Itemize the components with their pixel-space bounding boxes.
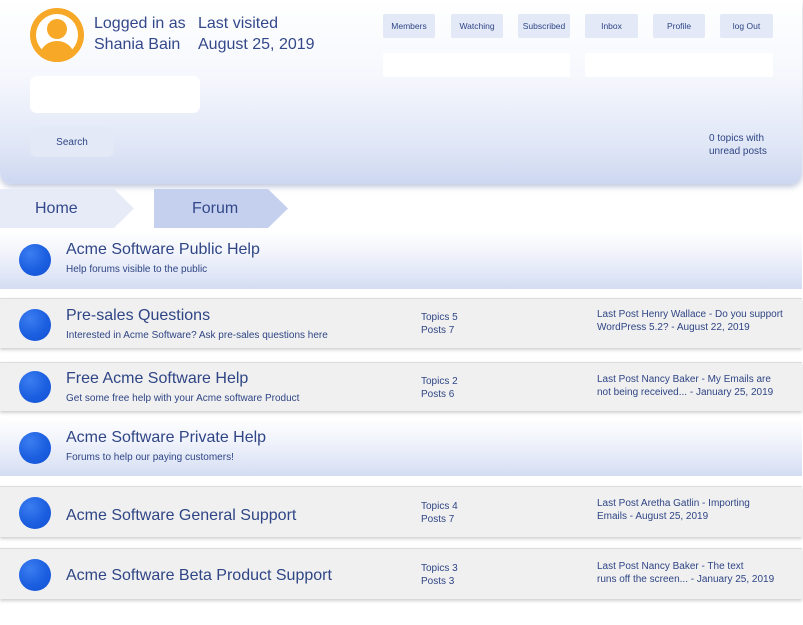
category-description: Forums to help our paying customers! <box>66 452 234 463</box>
forum-stats: Topics 4 Posts 7 <box>421 500 458 526</box>
unread-line-2: unread posts <box>709 146 767 157</box>
forum-dot-icon <box>19 371 51 403</box>
last-post-line-1: Last Post Nancy Baker - My Emails are <box>597 374 771 385</box>
category-dot-icon <box>19 432 51 464</box>
forum-topics-count: Topics 5 <box>421 312 458 323</box>
last-visited-date: August 25, 2019 <box>198 36 315 53</box>
forum-row[interactable]: Free Acme Software Help Get some free he… <box>0 362 802 411</box>
last-post-line-1: Last Post Aretha Gatlin - Importing <box>597 498 750 509</box>
last-post-line-2: runs off the screen... - January 25, 201… <box>597 574 775 585</box>
last-post-line-2: WordPress 5.2? - August 22, 2019 <box>597 322 750 333</box>
forum-topics-count: Topics 2 <box>421 376 458 387</box>
user-avatar-icon[interactable] <box>30 8 84 62</box>
forum-row[interactable]: Acme Software Beta Product Support Topic… <box>0 548 802 599</box>
forum-title[interactable]: Pre-sales Questions <box>66 307 210 325</box>
category-dot-icon <box>19 244 51 276</box>
forum-last-post[interactable]: Last Post Nancy Baker - My Emails are no… <box>597 373 792 399</box>
category-title[interactable]: Acme Software Private Help <box>66 429 266 447</box>
last-post-line-2: not being received... - January 25, 2019 <box>597 387 774 398</box>
forum-dot-icon <box>19 309 51 341</box>
unread-topics-link[interactable]: 0 topics with unread posts <box>709 132 767 158</box>
logged-in-label: Logged in as <box>94 15 186 32</box>
logged-in-info: Logged in as Shania Bain <box>94 13 186 55</box>
search-button[interactable]: Search <box>30 127 114 157</box>
header-panel: Logged in as Shania Bain Last visited Au… <box>0 0 802 184</box>
forum-stats: Topics 3 Posts 3 <box>421 562 458 588</box>
members-button[interactable]: Members <box>383 14 435 38</box>
forum-dot-icon <box>19 497 51 529</box>
user-name[interactable]: Shania Bain <box>94 34 186 55</box>
forum-last-post[interactable]: Last Post Aretha Gatlin - Importing Emai… <box>597 497 792 523</box>
category-header-private: Acme Software Private Help Forums to hel… <box>0 418 802 476</box>
forum-row[interactable]: Pre-sales Questions Interested in Acme S… <box>0 298 802 348</box>
forum-last-post[interactable]: Last Post Nancy Baker - The text runs of… <box>597 560 792 586</box>
forum-row[interactable]: Acme Software General Support Topics 4 P… <box>0 486 802 537</box>
last-post-line-1: Last Post Henry Wallace - Do you support <box>597 309 783 320</box>
header-field-left[interactable] <box>383 53 570 77</box>
forum-posts-count: Posts 6 <box>421 389 455 400</box>
forum-stats: Topics 5 Posts 7 <box>421 311 458 337</box>
last-visited-label: Last visited <box>198 15 279 32</box>
forum-title[interactable]: Free Acme Software Help <box>66 370 248 388</box>
last-post-line-2: Emails - August 25, 2019 <box>597 511 709 522</box>
subscribed-button[interactable]: Subscribed <box>518 14 570 38</box>
forum-topics-count: Topics 3 <box>421 563 458 574</box>
last-post-line-1: Last Post Nancy Baker - The text <box>597 561 744 572</box>
inbox-button[interactable]: Inbox <box>585 14 638 38</box>
logout-button[interactable]: log Out <box>720 14 773 38</box>
forum-posts-count: Posts 7 <box>421 325 455 336</box>
search-input[interactable] <box>30 76 200 113</box>
category-header-public: Acme Software Public Help Help forums vi… <box>0 231 802 289</box>
forum-description: Get some free help with your Acme softwa… <box>66 393 300 404</box>
forum-posts-count: Posts 7 <box>421 514 455 525</box>
category-description: Help forums visible to the public <box>66 264 208 275</box>
forum-posts-count: Posts 3 <box>421 576 455 587</box>
unread-line-1: 0 topics with <box>709 133 765 144</box>
forum-last-post[interactable]: Last Post Henry Wallace - Do you support… <box>597 308 792 334</box>
last-visited-info: Last visited August 25, 2019 <box>198 13 315 55</box>
profile-button[interactable]: Profile <box>653 14 705 38</box>
category-title[interactable]: Acme Software Public Help <box>66 241 260 259</box>
forum-topics-count: Topics 4 <box>421 501 458 512</box>
forum-stats: Topics 2 Posts 6 <box>421 375 458 401</box>
forum-title[interactable]: Acme Software Beta Product Support <box>66 567 332 585</box>
breadcrumb-forum[interactable]: Forum <box>154 189 288 228</box>
forum-title[interactable]: Acme Software General Support <box>66 507 296 525</box>
forum-description: Interested in Acme Software? Ask pre-sal… <box>66 330 328 341</box>
header-field-right[interactable] <box>585 53 773 77</box>
breadcrumb-home[interactable]: Home <box>0 189 134 228</box>
forum-dot-icon <box>19 559 51 591</box>
watching-button[interactable]: Watching <box>451 14 503 38</box>
